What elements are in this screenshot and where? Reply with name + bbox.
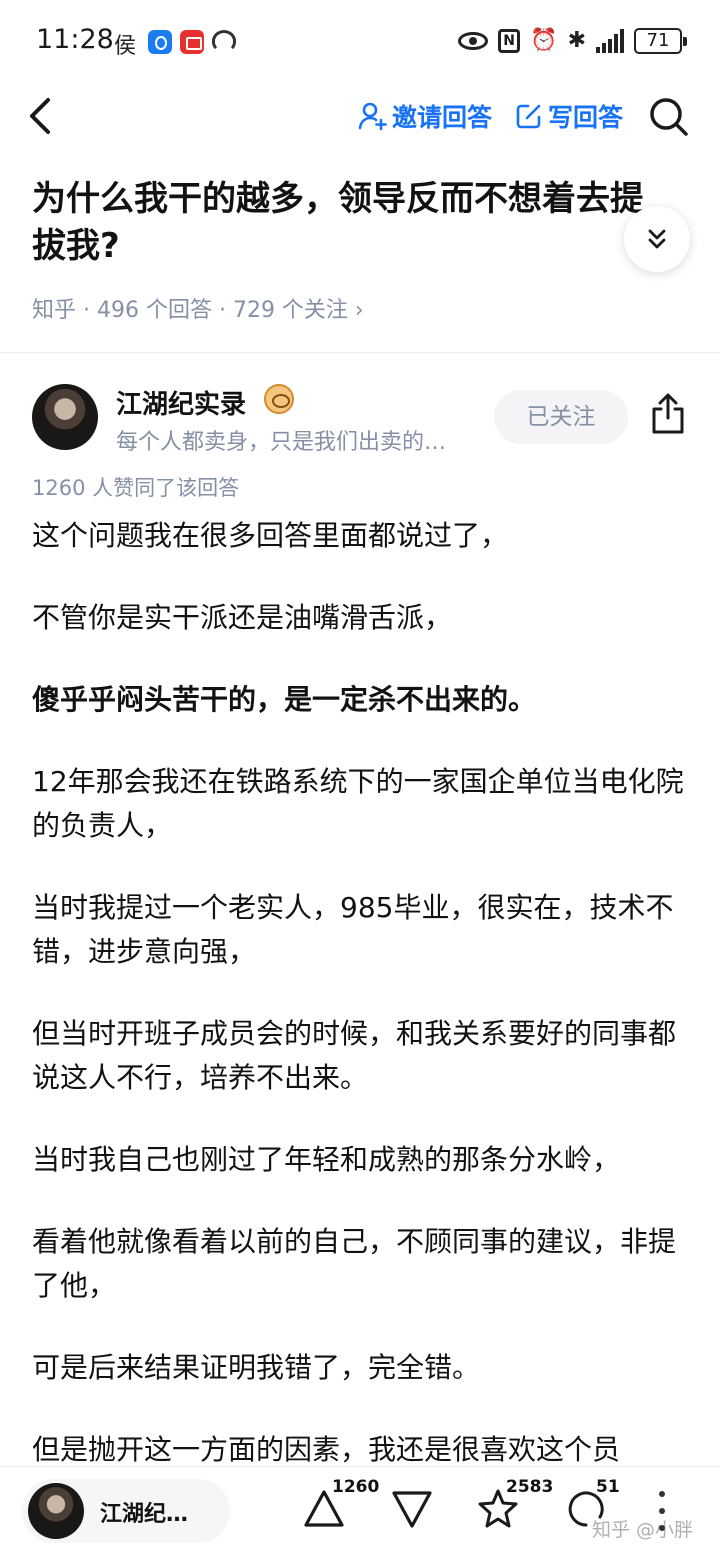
comment-count: 51 (596, 1477, 620, 1497)
upvote-count: 1260 (332, 1477, 380, 1497)
question-header: 为什么我干的越多，领导反而不想着去提拔我? 知乎 · 496 个回答 · 729… (32, 176, 672, 324)
question-meta[interactable]: 知乎 · 496 个回答 · 729 个关注 › (32, 292, 672, 324)
answer-paragraph: 可是后来结果证明我错了，完全错。 (32, 1351, 481, 1384)
answer-paragraph: 12年那会我还在铁路系统下的一家国企单位当电化院的负责人， (32, 765, 684, 842)
answer-paragraph: 看着他就像看着以前的自己，不顾同事的建议，非提了他， (32, 1225, 677, 1302)
top-nav: 邀请回答 写回答 (0, 80, 720, 154)
section-divider (0, 352, 720, 353)
answer-paragraph: 不管你是实干派还是油嘴滑舌派， (32, 601, 453, 634)
answer-paragraph: 但当时开班子成员会的时候，和我关系要好的同事都说这人不行，培养不出来。 (32, 1017, 677, 1094)
double-chevron-down-icon (648, 229, 666, 249)
chevron-left-icon (30, 98, 50, 134)
mini-author-avatar (28, 1483, 84, 1539)
author-name[interactable]: 江湖纪实录 (116, 384, 246, 421)
status-icons: N ⏰ ✱ 71 (458, 27, 687, 55)
more-options-button[interactable] (652, 1491, 672, 1531)
favorite-count: 2583 (506, 1477, 554, 1497)
battery-indicator: 71 (634, 28, 687, 54)
author-avatar[interactable] (32, 384, 98, 450)
nfc-icon: N (498, 29, 521, 53)
write-answer-button[interactable]: 写回答 (516, 98, 623, 134)
answer-paragraph-bold: 傻乎乎闷头苦干的，是一定杀不出来的。 (32, 683, 537, 716)
author-badge-icon (264, 384, 294, 414)
invite-user-icon (358, 102, 387, 131)
back-button[interactable] (22, 94, 62, 138)
search-button[interactable] (648, 96, 690, 138)
author-bio: 每个人都卖身，只是我们出卖的… (116, 430, 447, 455)
answer-paragraph: 当时我自己也刚过了年轻和成熟的那条分水岭， (32, 1143, 621, 1176)
bluetooth-icon: ✱ (567, 28, 586, 53)
more-dot-icon (659, 1508, 665, 1514)
mini-author-name: 江湖纪… (100, 1502, 189, 1527)
mini-author-chip[interactable]: 江湖纪… (22, 1479, 230, 1543)
answer-content: 这个问题我在很多回答里面都说过了， 不管你是实干派还是油嘴滑舌派， 傻乎乎闷头苦… (32, 514, 696, 1510)
invite-answer-label: 邀请回答 (392, 103, 493, 132)
carrier-label: 侯 (114, 34, 137, 59)
answer-paragraph: 这个问题我在很多回答里面都说过了， (32, 519, 509, 552)
answer-paragraph: 当时我提过一个老实人，985毕业，很实在，技术不错，进步意向强， (32, 891, 674, 968)
follow-button[interactable]: 已关注 (494, 390, 628, 444)
downvote-triangle-icon (392, 1491, 432, 1528)
signal-icon (596, 29, 624, 53)
status-bar: 11:28 侯 N ⏰ ✱ 71 (0, 0, 720, 80)
more-dot-icon (659, 1525, 665, 1531)
share-icon (652, 393, 684, 434)
write-answer-label: 写回答 (548, 103, 624, 132)
expand-question-button[interactable] (624, 206, 690, 272)
alarm-icon: ⏰ (530, 28, 558, 53)
vote-summary: 1260 人赞同了该回答 (32, 476, 240, 500)
speed-gauge-icon (212, 30, 236, 52)
app-notification-icon (148, 30, 172, 54)
share-button[interactable] (648, 392, 688, 436)
message-notification-icon (180, 30, 204, 54)
edit-icon (516, 104, 541, 129)
search-icon (650, 98, 688, 136)
bottom-action-bar: 江湖纪… 1260 2583 51 知乎 @小胖 (0, 1466, 720, 1554)
status-time: 11:28 (36, 24, 114, 55)
invite-answer-button[interactable]: 邀请回答 (358, 98, 492, 134)
watermark-text: 知乎 @小胖 (592, 1519, 694, 1541)
downvote-button[interactable] (390, 1487, 434, 1531)
author-row: 江湖纪实录 每个人都卖身，只是我们出卖的… 已关注 (0, 378, 720, 470)
question-title[interactable]: 为什么我干的越多，领导反而不想着去提拔我? (32, 176, 672, 270)
eye-icon (458, 32, 489, 50)
more-dot-icon (659, 1491, 665, 1497)
